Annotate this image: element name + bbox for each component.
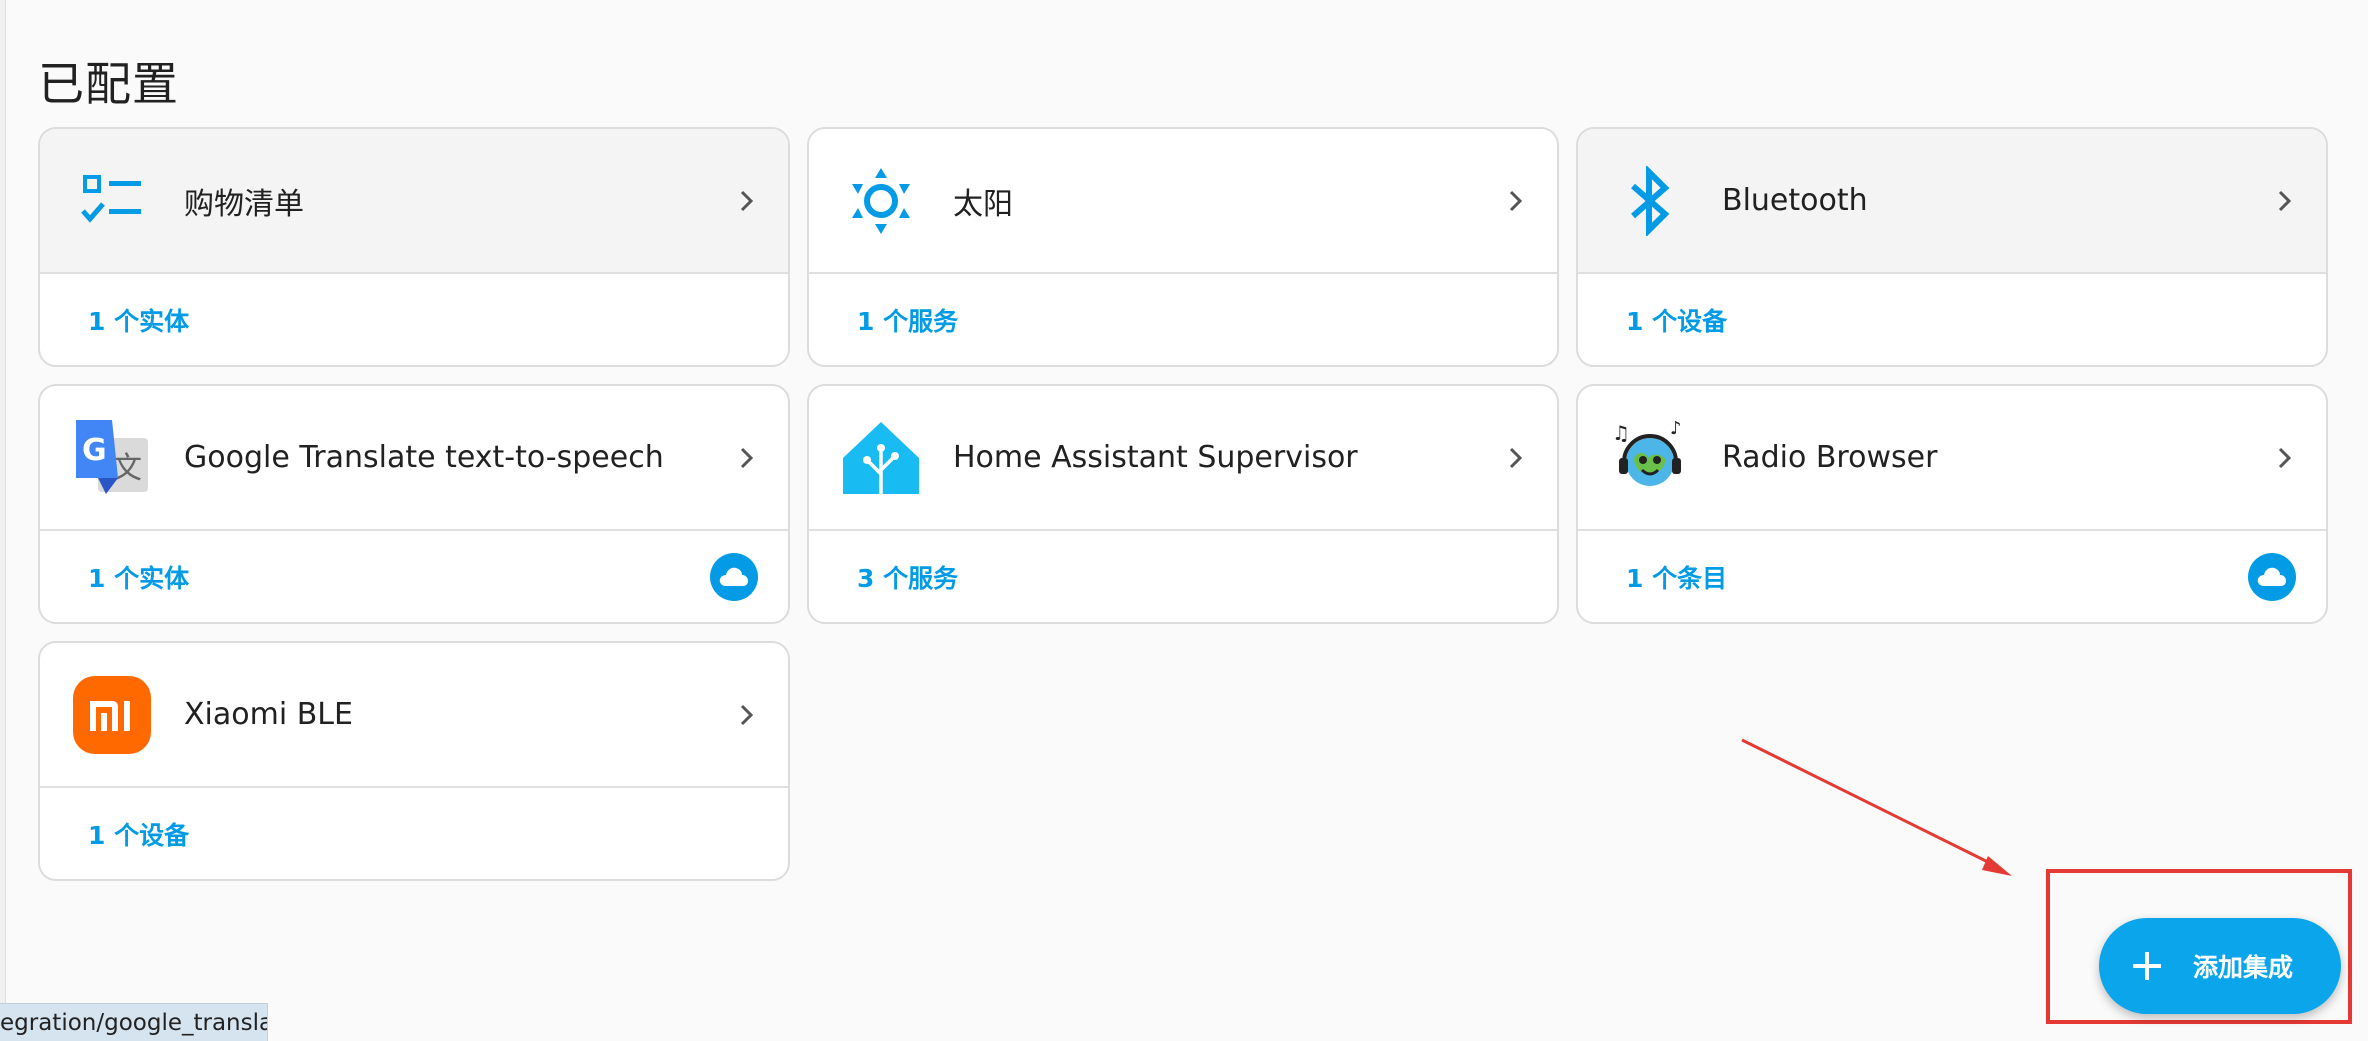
card-header[interactable]: Xiaomi BLE (40, 643, 788, 788)
card-footer: 3 个服务 (809, 531, 1557, 622)
entity-count-link[interactable]: 1 个实体 (88, 559, 189, 595)
card-header[interactable]: Home Assistant Supervisor (809, 386, 1557, 531)
card-header[interactable]: 购物清单 (40, 129, 788, 274)
svg-text:G: G (82, 433, 107, 468)
service-count-link[interactable]: 3 个服务 (857, 559, 958, 595)
chevron-right-icon (740, 447, 754, 468)
svg-text:♪: ♪ (1670, 418, 1682, 439)
device-count-link[interactable]: 1 个设备 (88, 816, 189, 852)
add-integration-button[interactable]: 添加集成 (2099, 918, 2341, 1014)
bluetooth-icon (1610, 161, 1690, 241)
card-title: Bluetooth (1722, 183, 1868, 218)
integration-card-supervisor: Home Assistant Supervisor 3 个服务 (807, 384, 1559, 624)
chevron-right-icon (1509, 447, 1523, 468)
entry-count-link[interactable]: 1 个条目 (1626, 559, 1727, 595)
card-footer: 1 个条目 (1578, 531, 2326, 622)
add-integration-label: 添加集成 (2193, 953, 2294, 982)
card-footer: 1 个实体 (40, 531, 788, 622)
card-title: 购物清单 (184, 186, 304, 222)
xiaomi-icon (72, 675, 152, 755)
plus-icon (2133, 952, 2161, 980)
card-footer: 1 个服务 (809, 274, 1557, 365)
card-title: 太阳 (953, 186, 1013, 222)
service-count-link[interactable]: 1 个服务 (857, 302, 958, 338)
cloud-icon (2248, 552, 2296, 601)
card-title: Xiaomi BLE (184, 697, 353, 732)
left-panel-edge (0, 0, 6, 1041)
checklist-icon (72, 161, 152, 241)
chevron-right-icon (2278, 190, 2292, 211)
google-translate-icon: 文 G (72, 418, 152, 498)
integrations-grid: 购物清单 1 个实体 太阳 1 个服务 Bluetooth 1 个设备 文 G … (38, 127, 2328, 881)
integration-card-sun: 太阳 1 个服务 (807, 127, 1559, 367)
home-assistant-icon (841, 418, 921, 498)
page-title: 已配置 (38, 57, 179, 111)
integration-card-google-translate: 文 G Google Translate text-to-speech 1 个实… (38, 384, 790, 624)
svg-text:♫: ♫ (1612, 421, 1630, 445)
chevron-right-icon (1509, 190, 1523, 211)
card-header[interactable]: Bluetooth (1578, 129, 2326, 274)
card-header[interactable]: 文 G Google Translate text-to-speech (40, 386, 788, 531)
integration-card-radio-browser: ♫ ♪ Radio Browser 1 个条目 (1576, 384, 2328, 624)
card-title: Home Assistant Supervisor (953, 440, 1358, 475)
radio-browser-icon: ♫ ♪ (1610, 418, 1690, 498)
card-title: Radio Browser (1722, 440, 1938, 475)
integration-card-bluetooth: Bluetooth 1 个设备 (1576, 127, 2328, 367)
card-footer: 1 个实体 (40, 274, 788, 365)
integration-card-xiaomi-ble: Xiaomi BLE 1 个设备 (38, 641, 790, 881)
device-count-link[interactable]: 1 个设备 (1626, 302, 1727, 338)
card-title: Google Translate text-to-speech (184, 440, 664, 475)
card-header[interactable]: ♫ ♪ Radio Browser (1578, 386, 2326, 531)
integration-card-shopping-list: 购物清单 1 个实体 (38, 127, 790, 367)
entity-count-link[interactable]: 1 个实体 (88, 302, 189, 338)
card-footer: 1 个设备 (1578, 274, 2326, 365)
card-footer: 1 个设备 (40, 788, 788, 879)
chevron-right-icon (2278, 447, 2292, 468)
chevron-right-icon (740, 704, 754, 725)
status-bar-url: egration/google_transla (0, 1003, 268, 1041)
chevron-right-icon (740, 190, 754, 211)
cloud-icon (710, 552, 758, 601)
sun-icon (841, 161, 921, 241)
card-header[interactable]: 太阳 (809, 129, 1557, 274)
